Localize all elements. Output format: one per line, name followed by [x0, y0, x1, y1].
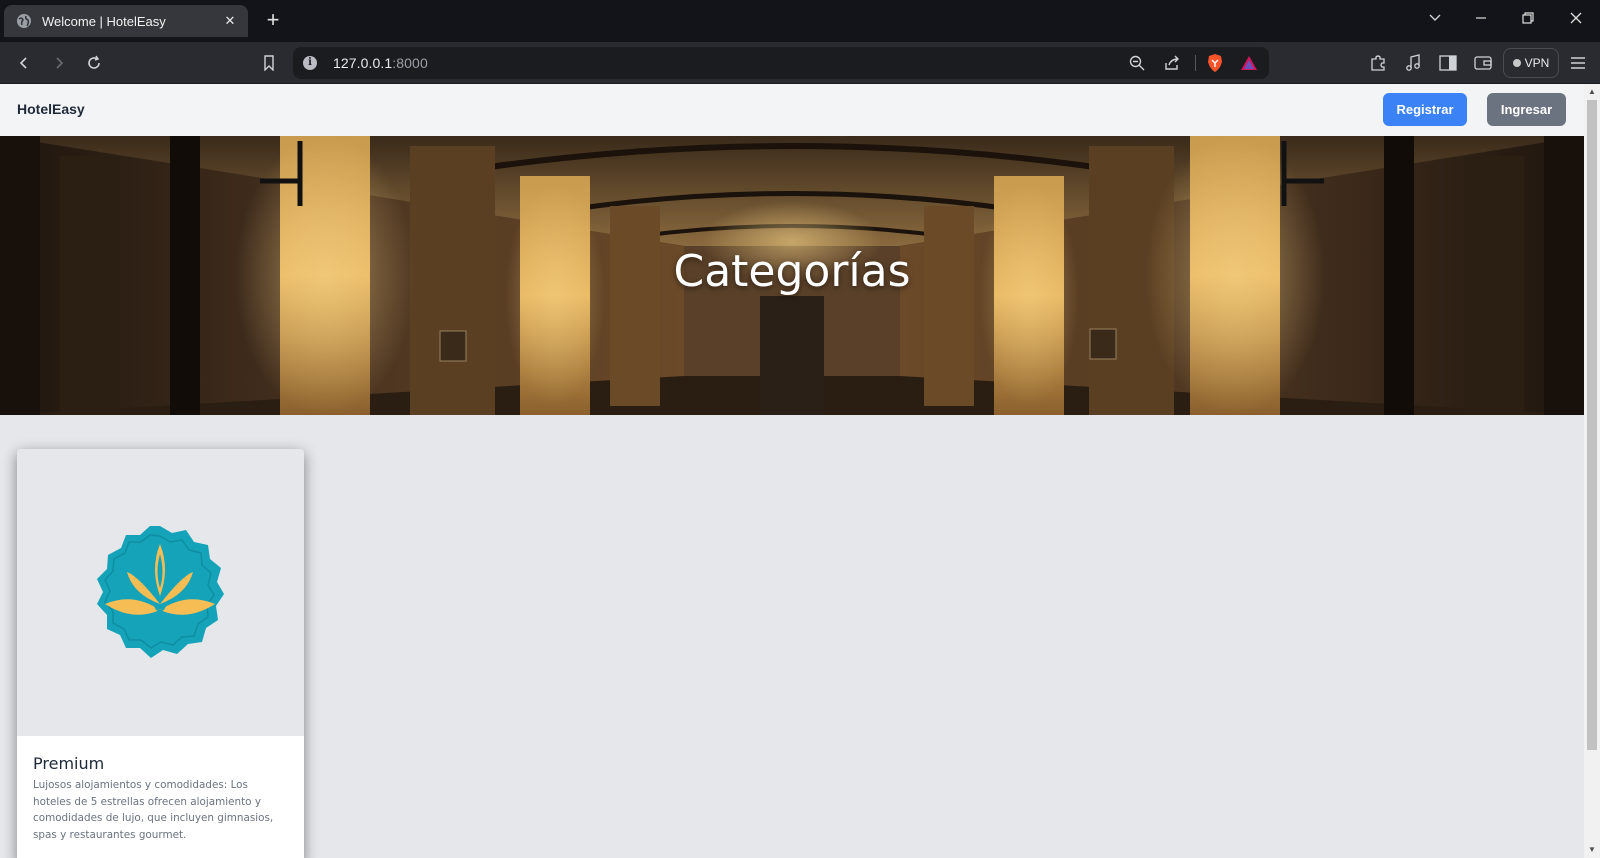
hero-banner: Categorías — [0, 136, 1584, 415]
login-button[interactable]: Ingresar — [1487, 93, 1566, 126]
tab-search-icon[interactable] — [1420, 6, 1450, 30]
brave-rewards-icon[interactable] — [1237, 51, 1261, 75]
extensions-icon[interactable] — [1366, 51, 1390, 75]
wallet-icon[interactable] — [1471, 51, 1495, 75]
back-icon[interactable] — [12, 51, 36, 75]
tab-title: Welcome | HotelEasy — [42, 13, 166, 29]
category-card-body: Premium Lujosos alojamientos y comodidad… — [17, 736, 304, 843]
close-window-icon[interactable] — [1561, 6, 1591, 30]
register-button[interactable]: Registrar — [1383, 93, 1467, 126]
browser-tabbar: Welcome | HotelEasy ✕ + — [0, 0, 1600, 42]
globe-icon — [17, 14, 31, 28]
category-description: Lujosos alojamientos y comodidades: Los … — [33, 779, 274, 841]
url-text[interactable]: 127.0.0.1:8000 — [333, 55, 428, 71]
zoom-icon[interactable] — [1125, 51, 1149, 75]
menu-icon[interactable] — [1566, 51, 1590, 75]
scroll-up-icon[interactable]: ▲ — [1584, 84, 1600, 100]
browser-toolbar: i 127.0.0.1:8000 VPN — [0, 42, 1600, 84]
address-bar[interactable]: i 127.0.0.1:8000 — [293, 47, 1269, 79]
site-navbar: HotelEasy Registrar Ingresar — [0, 84, 1584, 136]
page-scrollbar[interactable]: ▲ ▼ — [1584, 84, 1600, 858]
reload-icon[interactable] — [82, 51, 106, 75]
site-brand[interactable]: HotelEasy — [17, 101, 85, 117]
share-icon[interactable] — [1160, 51, 1184, 75]
sidebar-icon[interactable] — [1436, 51, 1460, 75]
restore-icon[interactable] — [1513, 6, 1543, 30]
forward-icon[interactable] — [47, 51, 71, 75]
vpn-label: VPN — [1524, 56, 1550, 70]
url-port: :8000 — [392, 55, 428, 71]
scroll-down-icon[interactable]: ▼ — [1584, 842, 1600, 858]
browser-tab[interactable]: Welcome | HotelEasy ✕ — [4, 5, 248, 37]
page-viewport: HotelEasy Registrar Ingresar Categorías … — [0, 84, 1584, 858]
category-card[interactable]: Premium Lujosos alojamientos y comodidad… — [17, 449, 304, 858]
url-host: 127.0.0.1 — [333, 55, 393, 71]
hero-title: Categorías — [673, 246, 911, 297]
close-tab-icon[interactable]: ✕ — [222, 13, 238, 29]
new-tab-icon[interactable]: + — [262, 9, 284, 31]
toolbar-divider — [1195, 55, 1196, 71]
bookmark-icon[interactable] — [257, 51, 281, 75]
scrollbar-thumb[interactable] — [1587, 100, 1597, 750]
category-card-image — [17, 449, 304, 736]
vpn-button[interactable]: VPN — [1503, 48, 1559, 78]
media-icon[interactable] — [1401, 51, 1425, 75]
brave-shields-icon[interactable] — [1203, 51, 1227, 75]
vpn-status-icon — [1512, 59, 1521, 67]
lotus-badge-icon — [97, 526, 224, 658]
category-title: Premium — [33, 754, 105, 773]
minimize-icon[interactable] — [1466, 6, 1496, 30]
site-info-icon[interactable]: i — [303, 56, 317, 70]
